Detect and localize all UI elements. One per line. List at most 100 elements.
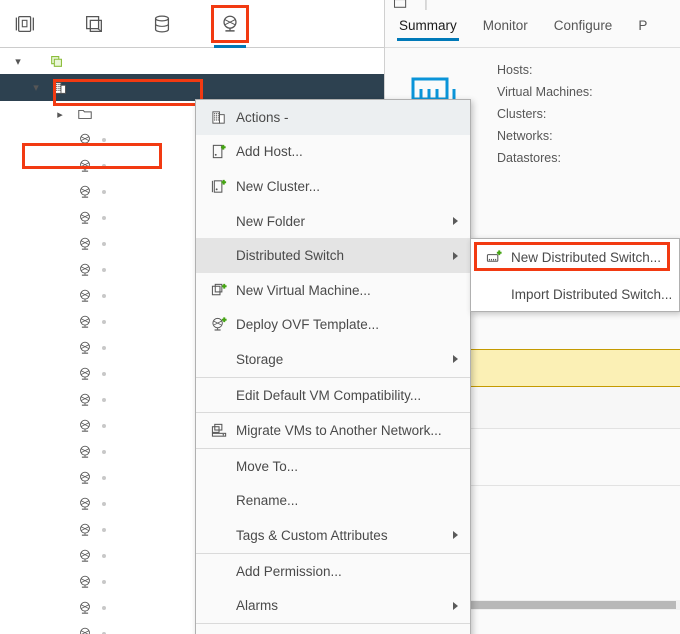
tree-row-network-label [102,216,106,220]
tree-row[interactable]: ▾ [0,48,384,74]
tree-row-network-label [102,268,106,272]
network-icon [76,235,94,253]
tree-row-network-label [102,450,106,454]
menu-item-label: Storage [236,352,470,367]
submenu-item-import-distributed-switch[interactable]: Import Distributed Switch... [471,276,679,312]
object-header: | [385,0,680,12]
tree-row-network-label [102,346,106,350]
menu-item-tags-custom-attrs[interactable]: Tags & Custom Attributes [196,518,470,553]
menu-item-label: Tags & Custom Attributes [236,528,470,543]
network-icon [76,599,94,617]
network-icon [76,261,94,279]
menu-item-add-permission[interactable]: Add Permission... [196,554,470,589]
menu-icon-placeholder [210,247,228,265]
vsphere-client-window: | Summary Monitor Configure P Hosts: [0,0,680,634]
menu-item-new-virtual-machine[interactable]: New Virtual Machine... [196,273,470,308]
network-icon [76,469,94,487]
menu-item-new-folder[interactable]: New Folder [196,204,470,239]
hosts-and-clusters-icon[interactable] [2,0,50,48]
network-icon [76,417,94,435]
menu-item-new-cluster[interactable]: New Cluster... [196,169,470,204]
title-separator: | [424,0,428,11]
tree-row-network-label [102,242,106,246]
menu-item-add-host[interactable]: Add Host... [196,135,470,170]
tree-row-datacenter[interactable]: ▾ [0,74,384,101]
menu-item-label: New Cluster... [236,179,470,194]
folder-icon [76,105,94,123]
datacenter-icon [210,108,228,126]
network-icon [76,287,94,305]
submenu-icon-placeholder [485,286,503,304]
new-cluster-icon [210,177,228,195]
tree-row-network-label [102,138,106,142]
tab-summary[interactable]: Summary [399,18,457,41]
menu-item-actions[interactable]: Actions - [196,100,470,135]
menu-item-label: Actions - [236,110,470,125]
network-icon [76,495,94,513]
network-icon [76,625,94,634]
menu-item-edit-default-vm[interactable]: Edit Default VM Compatibility... [196,378,470,413]
tree-row-network-label [102,502,106,506]
new-vm-icon [210,281,228,299]
network-icon [76,365,94,383]
chevron-right-icon[interactable]: ▸ [52,106,68,122]
storage-icon[interactable] [138,0,186,48]
menu-icon-placeholder [210,350,228,368]
menu-icon-placeholder [210,457,228,475]
menu-icon-placeholder [210,562,228,580]
networking-icon[interactable] [206,0,254,48]
deploy-ovf-icon [210,316,228,334]
tab-permissions[interactable]: P [638,18,647,41]
tree-row-network-label [102,190,106,194]
menu-item-storage[interactable]: Storage [196,342,470,377]
menu-item-migrate-vms[interactable]: Migrate VMs to Another Network... [196,413,470,448]
tree-row-network-label [102,424,106,428]
submenu-item-new-distributed-switch[interactable]: New Distributed Switch... [471,239,679,276]
menu-item-label: New Folder [236,214,470,229]
chevron-down-icon[interactable]: ▾ [10,53,26,69]
menu-item-label: Add Permission... [236,564,470,579]
menu-item-alarms[interactable]: Alarms [196,588,470,623]
menu-item-move-to[interactable]: Move To... [196,449,470,484]
stat-datastores: Datastores: [497,147,593,169]
submenu-arrow-icon [453,252,458,260]
menu-item-label: Edit Default VM Compatibility... [236,388,470,403]
menu-item-label: Distributed Switch [236,248,470,263]
tree-row-network-label [102,294,106,298]
menu-item-label: Deploy OVF Template... [236,317,470,332]
network-icon [76,183,94,201]
chevron-down-icon[interactable]: ▾ [28,80,44,96]
submenu-arrow-icon [453,217,458,225]
vms-and-templates-icon[interactable] [70,0,118,48]
tree-row-network-label [102,372,106,376]
tree-row-network-label [102,580,106,584]
inventory-icon-toolbar [0,0,384,48]
submenu-arrow-icon [453,602,458,610]
network-icon [76,313,94,331]
tree-row-network-label [102,398,106,402]
stat-hosts: Hosts: [497,59,593,81]
menu-icon-placeholder [210,597,228,615]
submenu-arrow-icon [453,355,458,363]
tree-row-network-label [102,554,106,558]
stat-networks: Networks: [497,125,593,147]
network-icon [76,209,94,227]
submenu-item-label: New Distributed Switch... [511,250,679,265]
menu-item-rename[interactable]: Rename... [196,484,470,519]
network-icon [76,339,94,357]
menu-item-label: Rename... [236,493,470,508]
add-host-icon [210,143,228,161]
datacenter-icon [52,79,70,97]
tab-configure[interactable]: Configure [554,18,613,41]
submenu-arrow-icon [453,531,458,539]
menu-item-distributed-switch[interactable]: Distributed Switch [196,238,470,273]
tree-row-network-label [102,164,106,168]
tab-bar: Summary Monitor Configure P [385,18,680,48]
datacenter-icon [393,0,408,8]
vcenter-icon [48,52,66,70]
stat-clusters: Clusters: [497,103,593,125]
menu-item-deploy-ovf[interactable]: Deploy OVF Template... [196,308,470,343]
menu-item-label: New Virtual Machine... [236,283,470,298]
tree-row-network-label [102,528,106,532]
tab-monitor[interactable]: Monitor [483,18,528,41]
